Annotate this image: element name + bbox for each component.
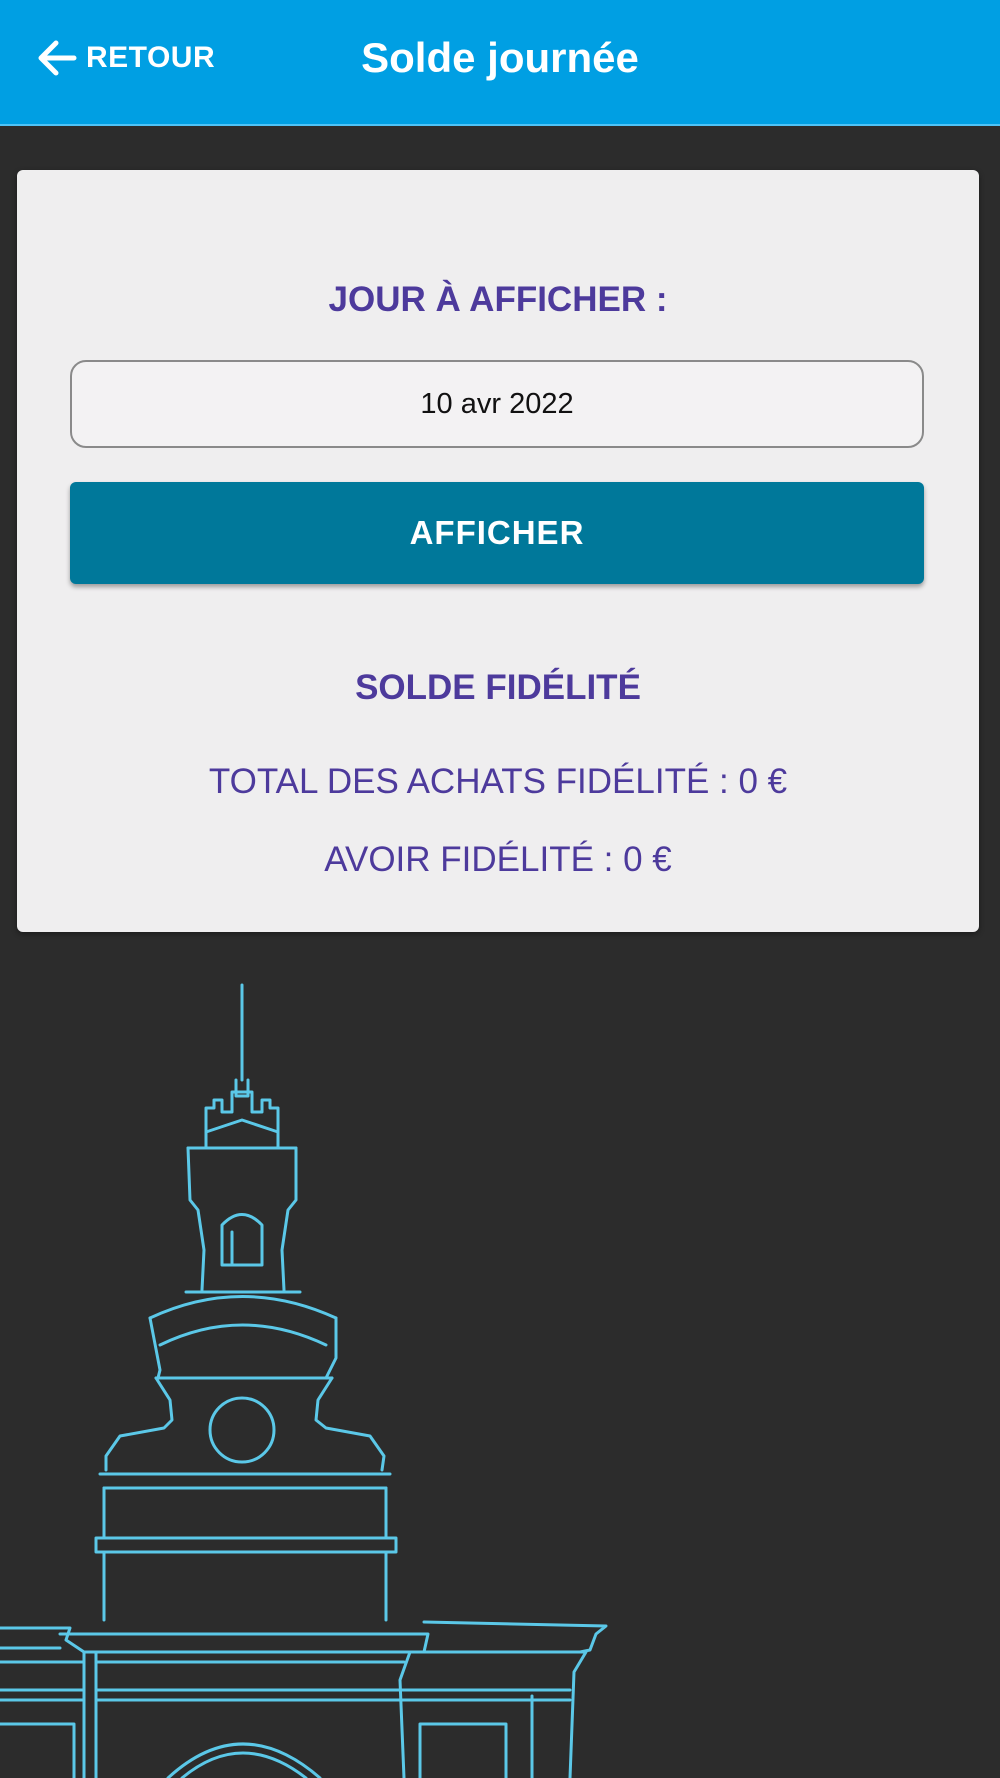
day-label: JOUR À AFFICHER : bbox=[328, 280, 668, 319]
daily-balance-card: JOUR À AFFICHER : AFFICHER SOLDE FIDÉLIT… bbox=[17, 170, 979, 932]
page-title-text: Solde journée bbox=[361, 34, 639, 81]
loyalty-title: SOLDE FIDÉLITÉ bbox=[355, 668, 641, 707]
app-header: RETOUR Solde journée bbox=[0, 0, 1000, 126]
page-title: Solde journée bbox=[0, 30, 1000, 86]
show-button[interactable]: AFFICHER bbox=[70, 482, 924, 584]
monument-illustration bbox=[0, 983, 608, 1778]
total-purchases: TOTAL DES ACHATS FIDÉLITÉ : 0 € bbox=[208, 762, 788, 801]
loyalty-credit: AVOIR FIDÉLITÉ : 0 € bbox=[324, 840, 672, 879]
date-input[interactable] bbox=[70, 360, 924, 448]
